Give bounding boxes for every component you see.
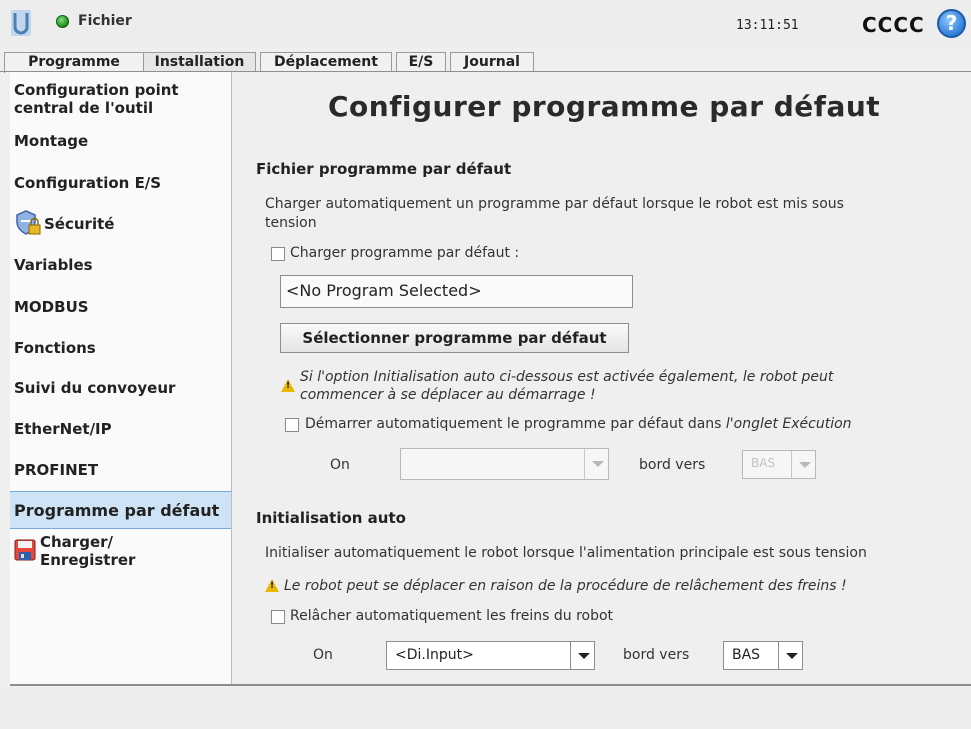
chevron-down-icon — [584, 449, 608, 479]
auto-init-edge-label: bord vers — [623, 647, 690, 663]
auto-init-edge-select[interactable]: BAS — [723, 641, 803, 670]
sidebar-item-label: Sécurité — [44, 215, 115, 233]
autostart-edge-value: BAS — [751, 456, 776, 470]
section-default-program-heading: Fichier programme par défaut — [256, 160, 512, 178]
sidebar-item-variables[interactable]: Variables — [10, 256, 231, 274]
tab-es[interactable]: E/S — [396, 52, 446, 73]
sidebar-item-label: Charger/ Enregistrer — [40, 533, 136, 569]
file-menu[interactable]: Fichier — [78, 13, 132, 29]
floppy-disk-icon — [14, 539, 36, 561]
main-tabs: Programme Installation Déplacement E/S J… — [0, 52, 971, 74]
sidebar-item-securite[interactable]: Sécurité — [10, 210, 231, 235]
auto-init-warning-2: commencer à se déplacer au démarrage ! — [300, 387, 596, 403]
bottom-bar — [0, 688, 971, 729]
autostart-input-select[interactable] — [400, 448, 609, 480]
default-program-field[interactable]: <No Program Selected> — [280, 275, 633, 308]
auto-init-warning: Si l'option Initialisation auto ci-desso… — [300, 369, 834, 385]
tab-deplacement[interactable]: Déplacement — [260, 52, 392, 73]
auto-init-description: Initialiser automatiquement le robot lor… — [265, 545, 867, 561]
autostart-program-checkbox[interactable] — [285, 418, 299, 432]
auto-init-input-select[interactable]: <Di.Input> — [386, 641, 595, 670]
shield-lock-icon — [16, 210, 41, 235]
sidebar-item-default-program[interactable]: Programme par défaut — [10, 491, 231, 529]
sidebar-item-fonctions[interactable]: Fonctions — [10, 339, 231, 357]
sidebar-item-load-save[interactable]: Charger/ Enregistrer — [10, 533, 200, 569]
chevron-down-icon — [778, 642, 802, 669]
load-default-program-label: Charger programme par défaut : — [290, 245, 520, 261]
ur-logo-icon — [11, 10, 31, 36]
autostart-program-label: Démarrer automatiquement le programme pa… — [305, 416, 852, 432]
installation-sidebar: Configuration point central de l'outil M… — [10, 72, 232, 684]
top-bar: Fichier 13:11:51 CCCC ? — [0, 0, 971, 47]
robot-name: CCCC — [862, 13, 925, 37]
auto-init-edge-value: BAS — [732, 647, 761, 663]
main-panel: Configurer programme par défaut Fichier … — [233, 72, 971, 684]
sidebar-item-ethernetip[interactable]: EtherNet/IP — [10, 420, 231, 438]
autostart-label-tab-name: l'onglet Exécution — [725, 416, 852, 432]
warning-icon — [281, 379, 295, 392]
clock: 13:11:51 — [736, 18, 799, 33]
autostart-edge-label: bord vers — [639, 457, 706, 473]
chevron-down-icon — [570, 642, 594, 669]
section-auto-init-heading: Initialisation auto — [256, 509, 406, 527]
sidebar-item-modbus[interactable]: MODBUS — [10, 298, 231, 316]
autostart-edge-select[interactable]: BAS — [742, 450, 816, 479]
default-program-description: Charger automatiquement un programme par… — [265, 196, 844, 212]
sidebar-item-montage[interactable]: Montage — [10, 132, 231, 150]
chevron-down-icon — [791, 451, 815, 478]
tab-programme[interactable]: Programme — [4, 52, 144, 73]
sidebar-item-io-config[interactable]: Configuration E/S — [10, 174, 231, 192]
tab-journal[interactable]: Journal — [450, 52, 534, 73]
sidebar-item-conveyor[interactable]: Suivi du convoyeur — [10, 379, 231, 397]
auto-init-input-value: <Di.Input> — [395, 647, 474, 663]
robot-status-icon — [56, 15, 69, 28]
load-default-program-checkbox[interactable] — [271, 247, 285, 261]
auto-init-on-label: On — [313, 647, 333, 663]
auto-brake-release-label: Relâcher automatiquement les freins du r… — [290, 608, 614, 624]
help-icon[interactable]: ? — [937, 9, 966, 38]
default-program-description-2: tension — [265, 215, 317, 231]
select-default-program-button[interactable]: Sélectionner programme par défaut — [280, 323, 629, 353]
brake-release-warning: Le robot peut se déplacer en raison de l… — [284, 578, 847, 594]
warning-icon — [265, 579, 279, 592]
auto-brake-release-checkbox[interactable] — [271, 610, 285, 624]
page-title: Configurer programme par défaut — [328, 90, 881, 123]
sidebar-item-tcp-config[interactable]: Configuration point central de l'outil — [10, 81, 220, 117]
sidebar-item-profinet[interactable]: PROFINET — [10, 461, 231, 479]
autostart-label-text: Démarrer automatiquement le programme pa… — [305, 416, 726, 432]
autostart-on-label: On — [330, 457, 350, 473]
